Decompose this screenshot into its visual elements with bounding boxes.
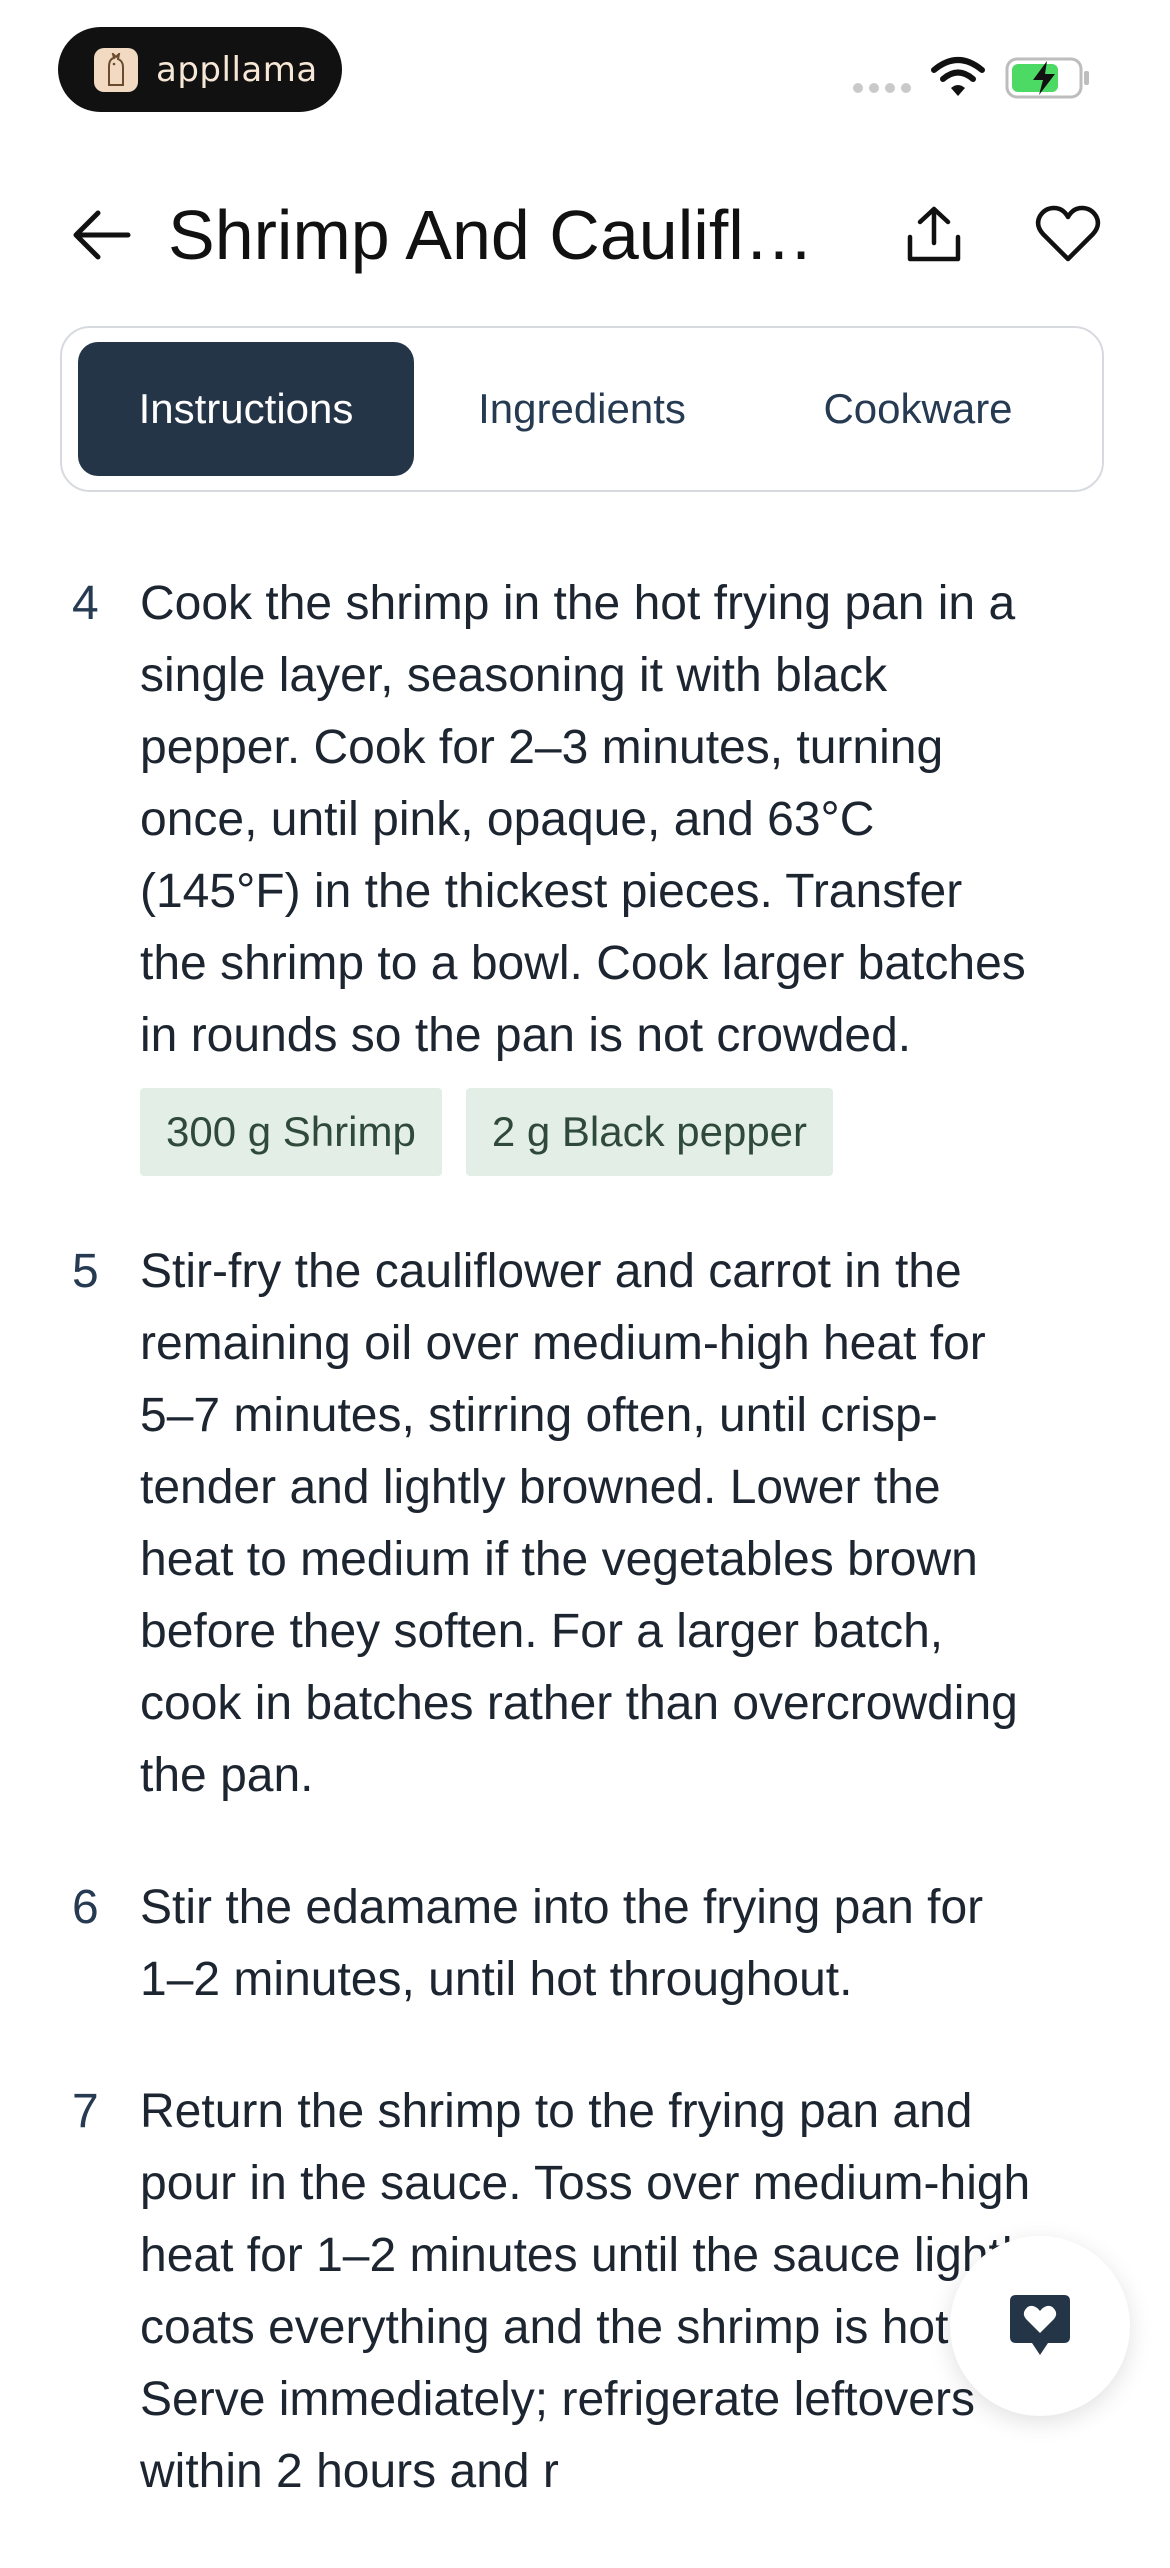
step-text: Return the shrimp to the frying pan and … [140, 2085, 1037, 2498]
step-number: 5 [72, 1245, 99, 1298]
share-button[interactable] [900, 198, 968, 270]
recipe-tabs: Instructions Ingredients Cookware [60, 326, 1104, 492]
tab-instructions[interactable]: Instructions [78, 342, 414, 476]
back-button[interactable] [66, 202, 136, 268]
chat-button[interactable] [950, 2236, 1130, 2416]
share-icon [907, 206, 961, 262]
step-item: 5 Stir-fry the cauliflower and carrot in… [0, 1236, 1170, 1812]
ingredient-chip[interactable]: 300 g Shrimp [140, 1088, 442, 1176]
llama-logo-icon [94, 47, 138, 92]
ingredient-chip[interactable]: 2 g Black pepper [465, 1088, 834, 1176]
step-ingredient-chips: 300 g Shrimp 2 g Black pepper [140, 1088, 1170, 1176]
wifi-icon [930, 56, 986, 103]
step-number: 7 [72, 2085, 99, 2138]
cellular-signal-icon [853, 83, 911, 93]
step-text: Cook the shrimp in the hot frying pan in… [140, 577, 1026, 1062]
page-title: Shrimp And Cauliflo… [168, 196, 828, 274]
step-item: 6 Stir the edamame into the frying pan f… [0, 1872, 1170, 2016]
app-name: appllama [156, 49, 318, 90]
step-text: Stir the edamame into the frying pan for… [140, 1881, 984, 2006]
step-text: Stir-fry the cauliflower and carrot in t… [140, 1245, 1018, 1802]
chat-heart-icon [1010, 2295, 1070, 2355]
step-number: 4 [72, 577, 99, 630]
favorite-button[interactable] [1030, 198, 1106, 270]
header: Shrimp And Cauliflo… [0, 180, 1170, 290]
heart-icon [1035, 205, 1101, 262]
status-bar: appllama [0, 0, 1170, 130]
step-number: 6 [72, 1881, 99, 1934]
battery-charging-icon [1005, 57, 1091, 104]
step-item: 4 Cook the shrimp in the hot frying pan … [0, 568, 1170, 1176]
arrow-left-icon [73, 210, 131, 260]
tab-ingredients[interactable]: Ingredients [414, 342, 750, 476]
tab-cookware[interactable]: Cookware [750, 342, 1086, 476]
app-indicator-pill[interactable]: appllama [58, 27, 342, 112]
